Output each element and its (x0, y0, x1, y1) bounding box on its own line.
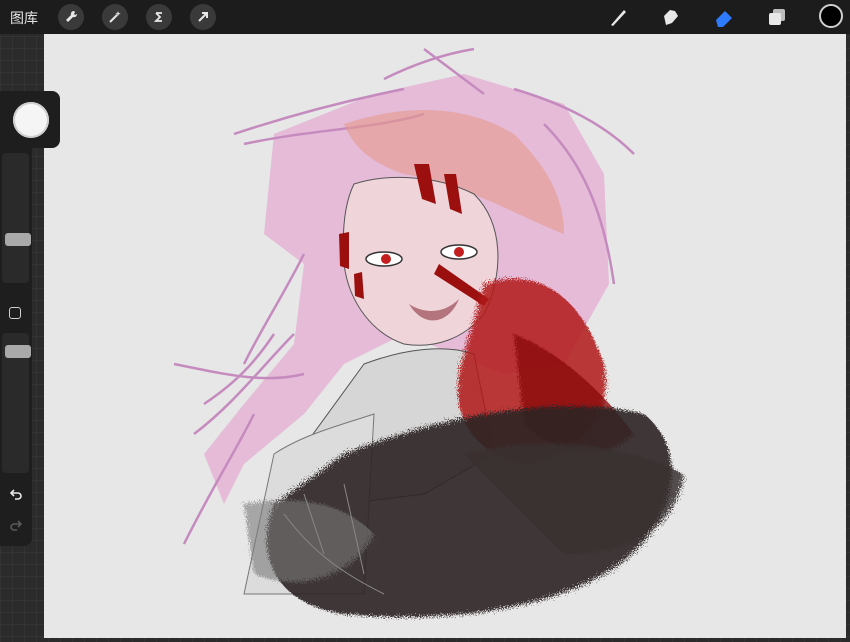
brush-icon[interactable] (606, 5, 630, 29)
undo-icon[interactable] (7, 485, 25, 503)
opacity-thumb[interactable] (5, 345, 31, 358)
brush-preview-circle[interactable] (13, 102, 49, 138)
gallery-button[interactable]: 图库 (10, 8, 38, 28)
artwork (173, 47, 684, 618)
redo-icon[interactable] (7, 516, 25, 534)
wrench-icon[interactable] (58, 4, 84, 30)
sidebar (0, 148, 32, 546)
selection-icon[interactable] (146, 4, 172, 30)
brush-preview-panel (0, 91, 60, 148)
transform-arrow-icon[interactable] (190, 4, 216, 30)
eraser-icon[interactable] (712, 5, 736, 29)
top-toolbar: 图库 (0, 0, 850, 34)
drawing-canvas[interactable] (44, 34, 846, 638)
brush-size-thumb[interactable] (5, 233, 31, 246)
magic-wand-icon[interactable] (102, 4, 128, 30)
brush-size-slider[interactable] (2, 153, 31, 283)
opacity-slider[interactable] (2, 333, 31, 473)
smudge-icon[interactable] (659, 5, 683, 29)
layers-icon[interactable] (765, 5, 789, 29)
modify-button[interactable] (9, 307, 21, 319)
color-swatch[interactable] (819, 4, 843, 28)
